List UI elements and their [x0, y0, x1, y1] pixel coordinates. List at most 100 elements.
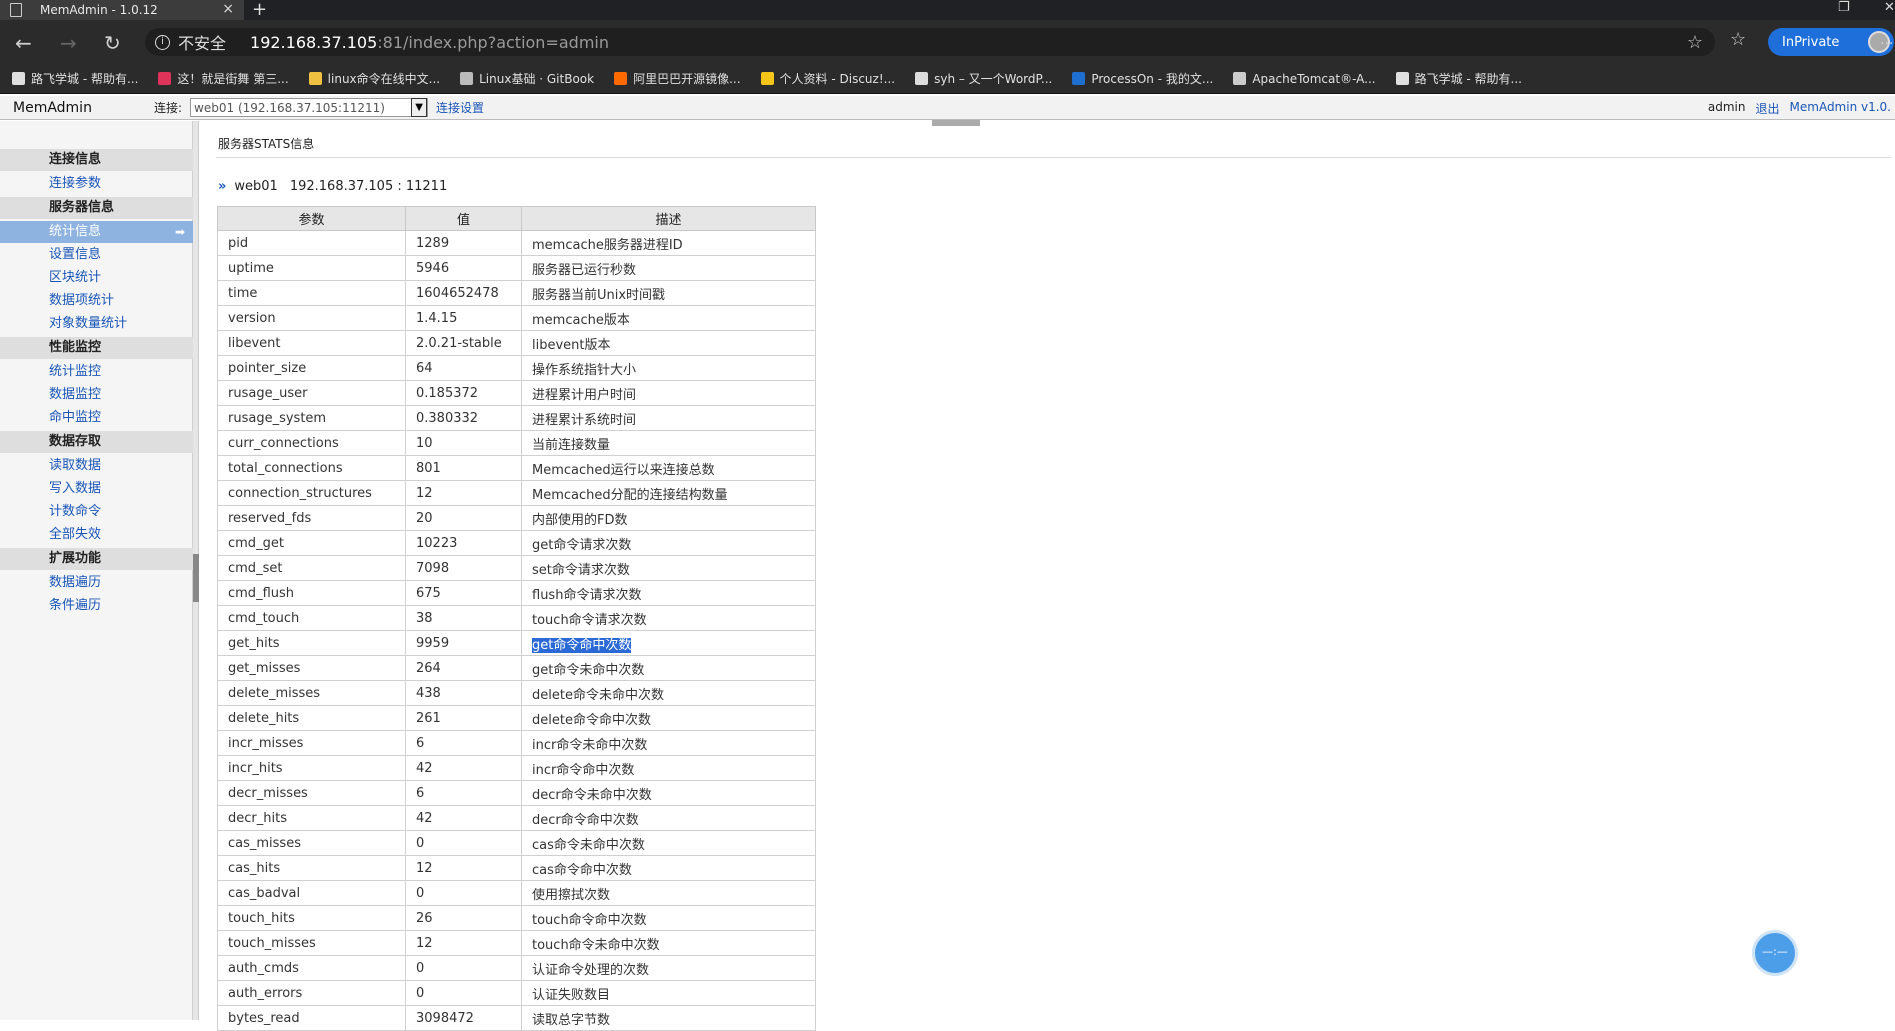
- sidebar-item[interactable]: 数据项统计: [0, 290, 193, 312]
- sidebar-item[interactable]: 对象数量统计: [0, 313, 193, 335]
- cell-description: delete命令命中次数: [521, 705, 816, 731]
- cell-value-text: 7098: [416, 560, 450, 576]
- scrollbar-thumb[interactable]: [193, 554, 199, 602]
- cell-param: get_hits: [217, 630, 406, 656]
- bookmark-favicon-icon: [12, 72, 25, 85]
- sidebar-item[interactable]: 连接参数: [0, 173, 193, 195]
- back-arrow-icon[interactable]: ←: [15, 31, 32, 55]
- cell-value-text: 2.0.21-stable: [416, 335, 502, 351]
- bookmark-item[interactable]: Linux基础 · GitBook: [460, 70, 594, 87]
- cell-param: reserved_fds: [217, 505, 406, 531]
- cell-param: decr_misses: [217, 780, 406, 806]
- sidebar-item[interactable]: 全部失效: [0, 524, 193, 546]
- inprivate-button[interactable]: InPrivate: [1768, 28, 1894, 56]
- cell-description-text: 当前连接数量: [532, 437, 611, 453]
- sidebar-item[interactable]: 命中监控: [0, 407, 193, 429]
- floating-action-button[interactable]: —:—: [1752, 930, 1798, 976]
- bookmark-item[interactable]: ProcessOn - 我的文...: [1072, 70, 1213, 87]
- cell-description: decr命令未命中次数: [521, 780, 816, 806]
- sidebar-item[interactable]: 统计监控: [0, 361, 193, 383]
- cell-param: cas_misses: [217, 830, 406, 856]
- sidebar-item[interactable]: 写入数据: [0, 478, 193, 500]
- star-icon[interactable]: ☆: [1687, 32, 1703, 53]
- cell-param-text: auth_errors: [228, 985, 303, 1001]
- info-icon[interactable]: i: [155, 34, 170, 50]
- sidebar-item[interactable]: 数据遍历: [0, 572, 193, 594]
- table-row: cmd_set 7098 set命令请求次数: [217, 555, 816, 581]
- restore-window-icon[interactable]: ❐: [1838, 0, 1850, 15]
- cell-value: 10223: [405, 530, 522, 556]
- sidebar-scrollbar[interactable]: [193, 121, 199, 1020]
- more-menu-icon[interactable]: ...: [1880, 32, 1893, 48]
- server-name: web01: [234, 179, 278, 194]
- chevron-down-icon[interactable]: ▼: [411, 98, 428, 117]
- cell-value: 12: [405, 480, 522, 506]
- cell-value: 261: [405, 705, 522, 731]
- sidebar-item[interactable]: 区块统计: [0, 267, 193, 289]
- cell-value: 0: [405, 980, 522, 1006]
- bookmark-item[interactable]: 路飞学城 - 帮助有...: [12, 70, 138, 87]
- connection-settings-link[interactable]: 连接设置: [436, 99, 484, 116]
- sidebar-item[interactable]: 统计信息 ➡: [0, 221, 193, 243]
- table-row: version 1.4.15 memcache版本: [217, 305, 816, 331]
- close-tab-icon[interactable]: ×: [222, 1, 234, 17]
- cell-description-text: cas命令命中次数: [532, 862, 632, 878]
- cell-param: cas_hits: [217, 855, 406, 881]
- cell-description: set命令请求次数: [521, 555, 816, 581]
- cell-description: 使用擦拭次数: [521, 880, 816, 906]
- table-row: cmd_touch 38 touch命令请求次数: [217, 605, 816, 631]
- connection-select[interactable]: web01 (192.168.37.105:11211) ▼: [190, 98, 429, 117]
- cell-description-text: decr命令未命中次数: [532, 787, 652, 803]
- cell-value: 42: [405, 805, 522, 831]
- bookmark-item[interactable]: 路飞学城 - 帮助有...: [1395, 70, 1522, 87]
- cell-param: touch_misses: [217, 930, 406, 956]
- cell-value-text: 26: [416, 910, 433, 926]
- refresh-icon[interactable]: ↻: [104, 31, 121, 55]
- stats-table: 参数 值 描述 pid 1289 memcache服务器进程ID uptime 5946…: [217, 206, 816, 1031]
- bookmark-label: 路飞学城 - 帮助有...: [31, 72, 139, 86]
- cell-value-text: 6: [416, 735, 425, 751]
- bookmark-item[interactable]: ApacheTomcat®-A...: [1233, 72, 1376, 86]
- browser-tab[interactable]: MemAdmin - 1.0.12 ×: [0, 0, 244, 20]
- bookmark-item[interactable]: 这！就是街舞 第三...: [158, 70, 289, 87]
- close-window-icon[interactable]: ✕: [1884, 0, 1895, 15]
- table-row: get_misses 264 get命令未命中次数: [217, 655, 816, 681]
- logout-link[interactable]: 退出: [1756, 100, 1780, 117]
- bookmark-item[interactable]: linux命令在线中文...: [308, 70, 440, 87]
- bookmark-label: Linux基础 · GitBook: [479, 72, 595, 86]
- bookmark-item[interactable]: syh – 又一个WordP...: [915, 70, 1052, 87]
- cell-param-text: pid: [228, 235, 249, 251]
- version-link[interactable]: MemAdmin v1.0.: [1790, 100, 1891, 117]
- cell-value-text: 1.4.15: [416, 310, 458, 326]
- forward-arrow-icon[interactable]: →: [60, 31, 77, 55]
- favorites-icon[interactable]: ☆: [1730, 29, 1746, 50]
- cell-value: 9959: [405, 630, 522, 656]
- cell-value-text: 675: [416, 585, 441, 601]
- sidebar-item-label: 设置信息: [49, 247, 102, 262]
- url-input[interactable]: i 不安全 192.168.37.105 :81/index.php?actio…: [145, 28, 1715, 56]
- cell-value-text: 6: [416, 785, 425, 801]
- cell-description: 认证命令处理的次数: [521, 955, 816, 981]
- bookmark-label: 阿里巴巴开源镜像...: [633, 72, 741, 86]
- cell-param-text: touch_misses: [228, 935, 316, 951]
- sidebar-item[interactable]: 读取数据: [0, 455, 193, 477]
- cell-value-text: 42: [416, 760, 433, 776]
- bookmark-favicon-icon: [1233, 72, 1247, 85]
- cell-value-text: 0: [416, 885, 425, 901]
- sidebar-item[interactable]: 设置信息: [0, 244, 193, 266]
- table-row: pid 1289 memcache服务器进程ID: [217, 230, 816, 256]
- new-tab-button[interactable]: +: [252, 0, 267, 20]
- bookmark-item[interactable]: 个人资料 - Discuz!...: [760, 70, 895, 87]
- sidebar-group-heading: 扩展功能: [0, 548, 193, 570]
- cell-param: auth_errors: [217, 980, 406, 1006]
- cell-description-text: Memcached运行以来连接总数: [532, 462, 715, 478]
- sidebar-item[interactable]: 数据监控: [0, 384, 193, 406]
- bookmark-item[interactable]: 阿里巴巴开源镜像...: [614, 70, 741, 87]
- cell-value: 42: [405, 755, 522, 781]
- sidebar-item[interactable]: 计数命令: [0, 501, 193, 523]
- inprivate-label: InPrivate: [1782, 34, 1840, 50]
- cell-value: 1604652478: [405, 280, 522, 306]
- cell-param: rusage_user: [217, 380, 406, 406]
- sidebar-item[interactable]: 条件遍历: [0, 595, 193, 617]
- cell-description: 服务器当前Unix时间戳: [521, 280, 816, 306]
